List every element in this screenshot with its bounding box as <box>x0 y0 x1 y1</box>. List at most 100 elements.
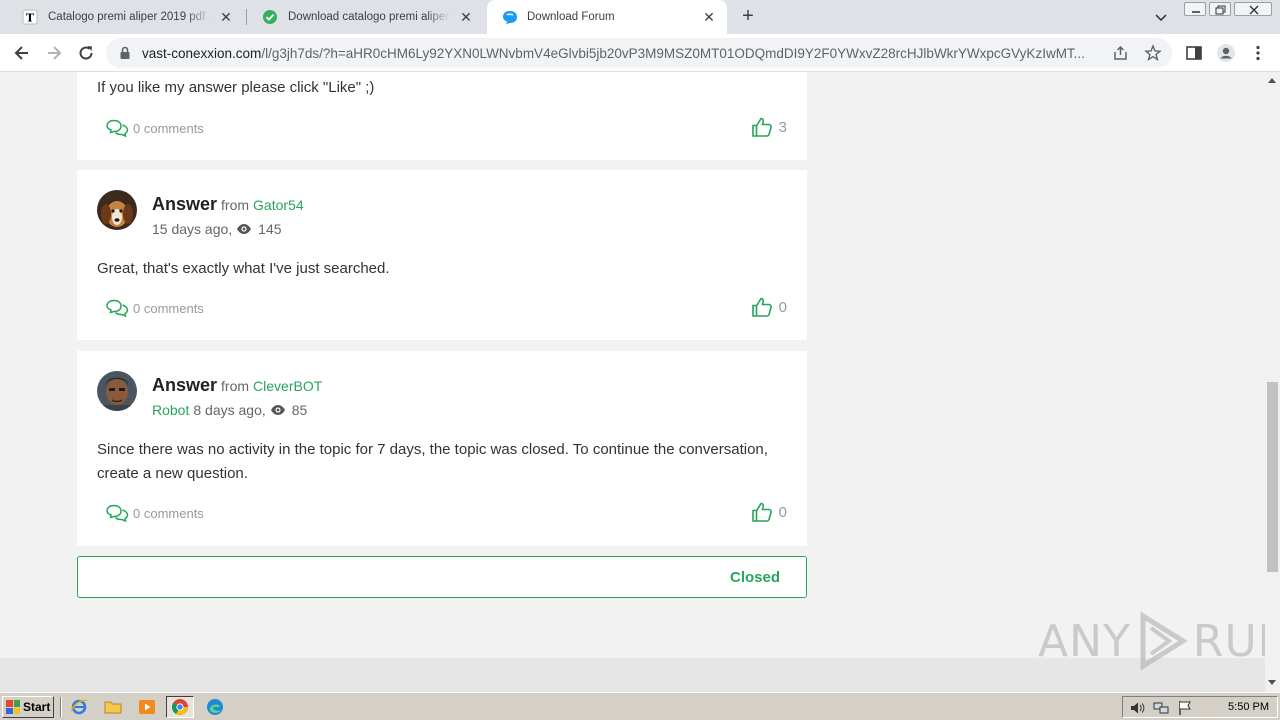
minimize-button[interactable] <box>1184 2 1206 16</box>
taskbar-clock[interactable]: 5:50 PM <box>1228 701 1269 713</box>
thumbs-up-icon <box>751 502 772 522</box>
start-button[interactable]: Start <box>2 696 54 718</box>
action-center-flag-icon[interactable] <box>1177 700 1193 716</box>
scroll-up-arrow-icon[interactable] <box>1268 78 1276 83</box>
windows-taskbar: Start 5:50 PM <box>0 692 1280 720</box>
taskbar-divider <box>60 697 62 717</box>
from-label: from <box>221 197 250 213</box>
profile-avatar-icon[interactable] <box>1216 43 1236 63</box>
comments-link[interactable]: 0 comments <box>105 503 204 523</box>
url-host: vast-conexxion.com <box>142 46 262 61</box>
tab-telegraph[interactable]: T Catalogo premi aliper 2019 pdf – Tele … <box>8 0 244 34</box>
like-button[interactable]: 0 <box>751 296 787 318</box>
svg-text:T: T <box>26 12 35 25</box>
author-link[interactable]: Gator54 <box>253 197 304 213</box>
close-icon[interactable]: ✕ <box>218 9 234 25</box>
forward-arrow-icon[interactable] <box>42 41 66 65</box>
reload-icon[interactable] <box>74 41 98 65</box>
likes-count: 0 <box>778 503 787 521</box>
answer-header: Answer from Gator54 <box>152 194 304 215</box>
internet-explorer-icon[interactable] <box>70 698 88 716</box>
media-player-icon[interactable] <box>138 698 156 716</box>
author-link[interactable]: CleverBOT <box>253 378 322 394</box>
edge-icon[interactable] <box>206 698 224 716</box>
address-bar[interactable]: vast-conexxion.com/l/g3jh7ds/?h=aHR0cHM6… <box>106 38 1172 68</box>
answer-age: 8 days ago, <box>193 402 266 418</box>
answer-card: Answer from CleverBOT Robot 8 days ago, … <box>77 351 807 546</box>
from-label: from <box>221 378 250 394</box>
answer-card: Answer from Gator54 15 days ago, 145 Gre… <box>77 170 807 340</box>
back-arrow-icon[interactable] <box>10 41 34 65</box>
comments-icon <box>106 299 129 318</box>
author-role: Robot <box>152 402 190 418</box>
system-tray: 5:50 PM <box>1122 696 1278 718</box>
thumbs-up-icon <box>751 297 772 317</box>
window-close-button[interactable] <box>1234 2 1272 16</box>
restore-button[interactable] <box>1209 2 1231 16</box>
thumbs-up-icon <box>751 117 772 137</box>
comments-icon <box>106 119 129 138</box>
share-icon[interactable] <box>1112 44 1130 62</box>
green-check-icon <box>262 9 278 25</box>
page-scrollbar[interactable] <box>1265 72 1280 692</box>
tab-download-catalogo[interactable]: Download catalogo premi aliper 2019 ✕ <box>248 0 484 34</box>
network-icon[interactable] <box>1153 700 1169 716</box>
eye-icon <box>270 405 285 415</box>
comments-count: 0 comments <box>133 505 204 521</box>
answer-header: Answer from CleverBOT <box>152 375 322 396</box>
comments-count: 0 comments <box>133 300 204 316</box>
windows-flag-icon <box>6 700 20 714</box>
like-button[interactable]: 3 <box>751 116 787 138</box>
chrome-taskbar-icon[interactable] <box>166 696 194 718</box>
close-icon[interactable]: ✕ <box>458 9 474 25</box>
url-path: /l/g3jh7ds/?h=aHR0cHM6Ly92YXN0LWNvbmV4eG… <box>261 46 1085 61</box>
comments-count: 0 comments <box>133 120 204 136</box>
url-text[interactable]: vast-conexxion.com/l/g3jh7ds/?h=aHR0cHM6… <box>142 46 1110 61</box>
telegraph-t-icon: T <box>22 9 38 25</box>
views-count: 85 <box>291 402 308 418</box>
answer-meta: 15 days ago, 145 <box>152 221 282 237</box>
watermark-right: RUN <box>1192 615 1265 667</box>
topic-status-box: Closed <box>77 556 807 598</box>
tab-title: Download Forum <box>527 11 615 23</box>
new-tab-button[interactable]: + <box>736 6 760 28</box>
answer-label: Answer <box>152 194 218 214</box>
closed-status-label: Closed <box>729 569 780 586</box>
side-panel-icon[interactable] <box>1184 43 1204 63</box>
dog-avatar-icon <box>97 190 137 230</box>
tab-search-chevron-icon[interactable] <box>1152 8 1170 26</box>
answer-text: Great, that's exactly what I've just sea… <box>97 260 390 277</box>
robot-avatar-icon <box>97 371 137 411</box>
file-explorer-icon[interactable] <box>104 698 122 716</box>
tab-title: Download catalogo premi aliper 2019 <box>288 11 450 23</box>
eye-icon <box>237 224 252 234</box>
scroll-down-arrow-icon[interactable] <box>1268 680 1276 685</box>
answer-text: If you like my answer please click "Like… <box>97 79 375 96</box>
answer-meta: Robot 8 days ago, 85 <box>152 402 307 418</box>
tab-download-forum[interactable]: Download Forum ✕ <box>487 0 727 34</box>
lock-icon[interactable] <box>118 46 132 60</box>
avatar[interactable] <box>97 190 137 230</box>
forum-chat-icon <box>501 9 517 25</box>
browser-tab-strip: T Catalogo premi aliper 2019 pdf – Tele … <box>0 0 1280 34</box>
browser-toolbar: vast-conexxion.com/l/g3jh7ds/?h=aHR0cHM6… <box>0 34 1280 72</box>
comments-icon <box>106 504 129 523</box>
answer-age: 15 days ago, <box>152 221 233 237</box>
tab-title: Catalogo premi aliper 2019 pdf – Tele <box>48 11 210 23</box>
start-label: Start <box>23 700 51 714</box>
play-logo-icon <box>1140 611 1188 671</box>
comments-link[interactable]: 0 comments <box>105 298 204 318</box>
answer-text: Since there was no activity in the topic… <box>97 441 768 482</box>
bookmark-star-icon[interactable] <box>1144 44 1162 62</box>
avatar[interactable] <box>97 371 137 411</box>
page-viewport: If you like my answer please click "Like… <box>0 72 1265 692</box>
watermark-left: ANY <box>1038 615 1131 667</box>
menu-kebab-icon[interactable] <box>1248 43 1268 63</box>
volume-icon[interactable] <box>1129 700 1145 716</box>
views-count: 145 <box>258 221 282 237</box>
comments-link[interactable]: 0 comments <box>105 118 204 138</box>
close-icon[interactable]: ✕ <box>701 9 717 25</box>
like-button[interactable]: 0 <box>751 501 787 523</box>
likes-count: 3 <box>778 118 787 136</box>
scrollbar-thumb[interactable] <box>1267 382 1278 572</box>
